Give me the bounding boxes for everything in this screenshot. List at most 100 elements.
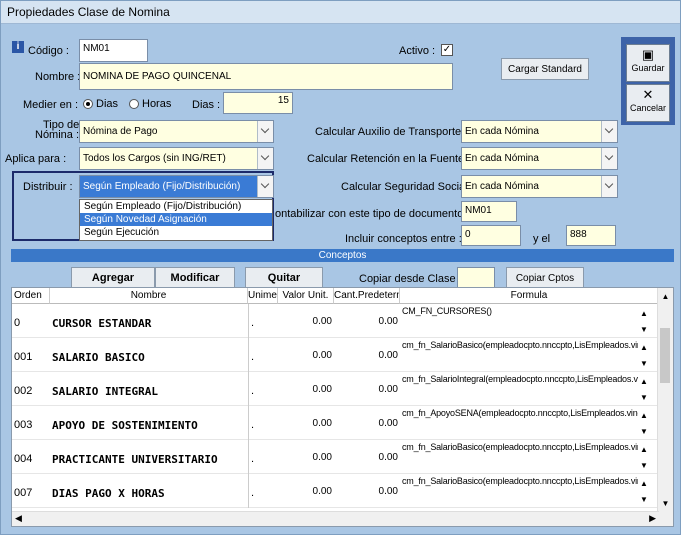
distribuir-dropdown: Según Empleado (Fijo/Distribución) Según… [79,199,273,241]
formula-spin-icon[interactable]: ▲ ▼ [640,304,654,338]
aux-transporte-value: En cada Nómina [465,126,539,137]
codigo-input[interactable]: NM01 [79,39,148,62]
table-row[interactable]: 001 SALARIO BASICO. 0.00 0.00 cm_fn_SalarioB… [12,338,659,372]
activo-label: Activo : [399,45,436,57]
cell-unimed: . [248,338,278,372]
formula-spin-icon[interactable]: ▲ ▼ [640,372,654,406]
quitar-button[interactable]: Quitar [245,267,323,289]
radio-horas-button[interactable] [129,99,139,110]
contabilizar-label: ontabilizar con este tipo de documento : [275,208,470,220]
col-nombre[interactable]: Nombre [50,288,248,304]
distribuir-option[interactable]: Según Novedad Asignación [80,213,272,226]
horizontal-scrollbar[interactable]: ◀ ▶ [12,511,659,526]
col-valor[interactable]: Valor Unit. [278,288,334,304]
chevron-down-icon[interactable] [257,148,273,169]
seguridad-value: En cada Nómina [465,181,539,192]
distribuir-select[interactable]: Según Empleado (Fijo/Distribución) [79,175,274,198]
cell-valor: 0.00 [312,316,332,327]
distribuir-option[interactable]: Según Empleado (Fijo/Distribución) [80,200,272,213]
contabilizar-input[interactable]: NM01 [461,201,517,222]
conceptos-header: Conceptos [11,249,674,262]
copiar-label: Copiar desde Clase : [359,273,462,285]
distribuir-option[interactable]: Según Ejecución [80,226,272,239]
col-orden[interactable]: Orden [12,288,50,304]
cell-cantidad: 0.00 [378,316,398,327]
retencion-label: Calcular Retención en la Fuente : [307,153,471,165]
chevron-down-icon[interactable] [601,176,617,197]
formula-spin-icon[interactable]: ▲ ▼ [640,474,654,508]
aplica-select[interactable]: Todos los Cargos (sin ING/RET) [79,147,274,170]
table-row[interactable]: 0 CURSOR ESTANDAR. 0.00 0.00 CM_FN_CURSORES(… [12,304,659,338]
scroll-right-icon[interactable]: ▶ [649,513,656,524]
cancelar-label: Cancelar [629,103,667,113]
cell-valor: 0.00 [312,486,332,497]
cell-cantidad: 0.00 [378,486,398,497]
cell-cantidad: 0.00 [378,384,398,395]
incluir-from-input[interactable]: 0 [461,225,521,246]
medier-label: Medier en : [23,99,79,111]
chevron-down-icon[interactable] [601,121,617,142]
nombre-input[interactable]: NOMINA DE PAGO QUINCENAL [79,63,453,90]
cell-valor: 0.00 [312,384,332,395]
col-unimed[interactable]: Unimed [248,288,278,304]
radio-dias-button[interactable] [83,99,93,110]
dias-input[interactable]: 15 [223,92,293,114]
incluir-y-label: y el [533,233,551,245]
col-formula[interactable]: Formula [400,288,659,304]
floppy-disk-icon: ▣ [641,47,655,62]
scroll-thumb[interactable] [660,328,670,383]
cancelar-button[interactable]: ✕ Cancelar [626,84,670,122]
chevron-down-icon[interactable] [257,121,273,142]
cell-formula: CM_FN_CURSORES() [402,306,492,316]
scroll-down-icon[interactable]: ▼ [658,499,673,508]
conceptos-grid: Orden Nombre Unimed Valor Unit. Cant.Pre… [11,287,674,527]
formula-spin-icon[interactable]: ▲ ▼ [640,440,654,474]
radio-horas[interactable]: Horas [129,98,171,110]
aux-transporte-select[interactable]: En cada Nómina [461,120,618,143]
vertical-scrollbar[interactable]: ▲ ▼ [657,288,673,526]
scroll-left-icon[interactable]: ◀ [15,513,22,524]
table-row[interactable]: 003 APOYO DE SOSTENIMIENTO. 0.00 0.00 cm_fn_… [12,406,659,440]
modificar-button[interactable]: Modificar [155,267,235,289]
formula-spin-icon[interactable]: ▲ ▼ [640,338,654,372]
cell-orden: 001 [14,351,33,363]
chevron-down-icon[interactable] [257,176,273,197]
cell-orden: 0 [14,317,21,329]
distribuir-label: Distribuir : [23,181,73,193]
cell-orden: 003 [14,419,33,431]
cargar-standard-button[interactable]: Cargar Standard [501,58,589,80]
conceptos-title: Conceptos [318,250,367,261]
guardar-button[interactable]: ▣ Guardar [626,44,670,82]
distribuir-value: Según Empleado (Fijo/Distribución) [83,181,241,192]
cell-cantidad: 0.00 [378,452,398,463]
agregar-button[interactable]: Agregar [71,267,155,289]
seguridad-select[interactable]: En cada Nómina [461,175,618,198]
radio-dias[interactable]: Dias [83,98,118,110]
incluir-to-input[interactable]: 888 [566,225,616,246]
properties-window: Propiedades Clase de Nomina i Código : N… [0,0,681,535]
cell-nombre: PRACTICANTE UNIVERSITARIO [52,453,218,466]
cell-unimed: . [248,406,278,440]
copiar-cptos-button[interactable]: Copiar Cptos [506,267,584,289]
activo-checkbox[interactable]: ✓ [441,44,453,56]
cell-cantidad: 0.00 [378,350,398,361]
incluir-label: Incluir conceptos entre : [345,233,462,245]
chevron-down-icon[interactable] [601,148,617,169]
aux-transporte-label: Calcular Auxilio de Transporte : [315,126,468,138]
scroll-up-icon[interactable]: ▲ [658,292,673,301]
cell-nombre: CURSOR ESTANDAR [52,317,152,330]
tipo-nomina-value: Nómina de Pago [83,126,158,137]
codigo-label: Código : [28,45,69,57]
cell-unimed: . [248,304,278,338]
table-row[interactable]: 007 DIAS PAGO X HORAS. 0.00 0.00 cm_fn_Salar… [12,474,659,508]
table-row[interactable]: 002 SALARIO INTEGRAL. 0.00 0.00 cm_fn_Salari… [12,372,659,406]
cell-formula: cm_fn_SalarioBasico(empleadocpto.nnccpto… [402,476,638,486]
copiar-input[interactable] [457,267,495,288]
cell-nombre: DIAS PAGO X HORAS [52,487,165,500]
tipo-nomina-select[interactable]: Nómina de Pago [79,120,274,143]
retencion-select[interactable]: En cada Nómina [461,147,618,170]
formula-spin-icon[interactable]: ▲ ▼ [640,406,654,440]
table-row[interactable]: 004 PRACTICANTE UNIVERSITARIO. 0.00 0.00 cm_… [12,440,659,474]
col-cantidad[interactable]: Cant.Predetermi [334,288,400,304]
cell-formula: cm_fn_SalarioBasico(empleadocpto.nnccpto… [402,442,638,452]
